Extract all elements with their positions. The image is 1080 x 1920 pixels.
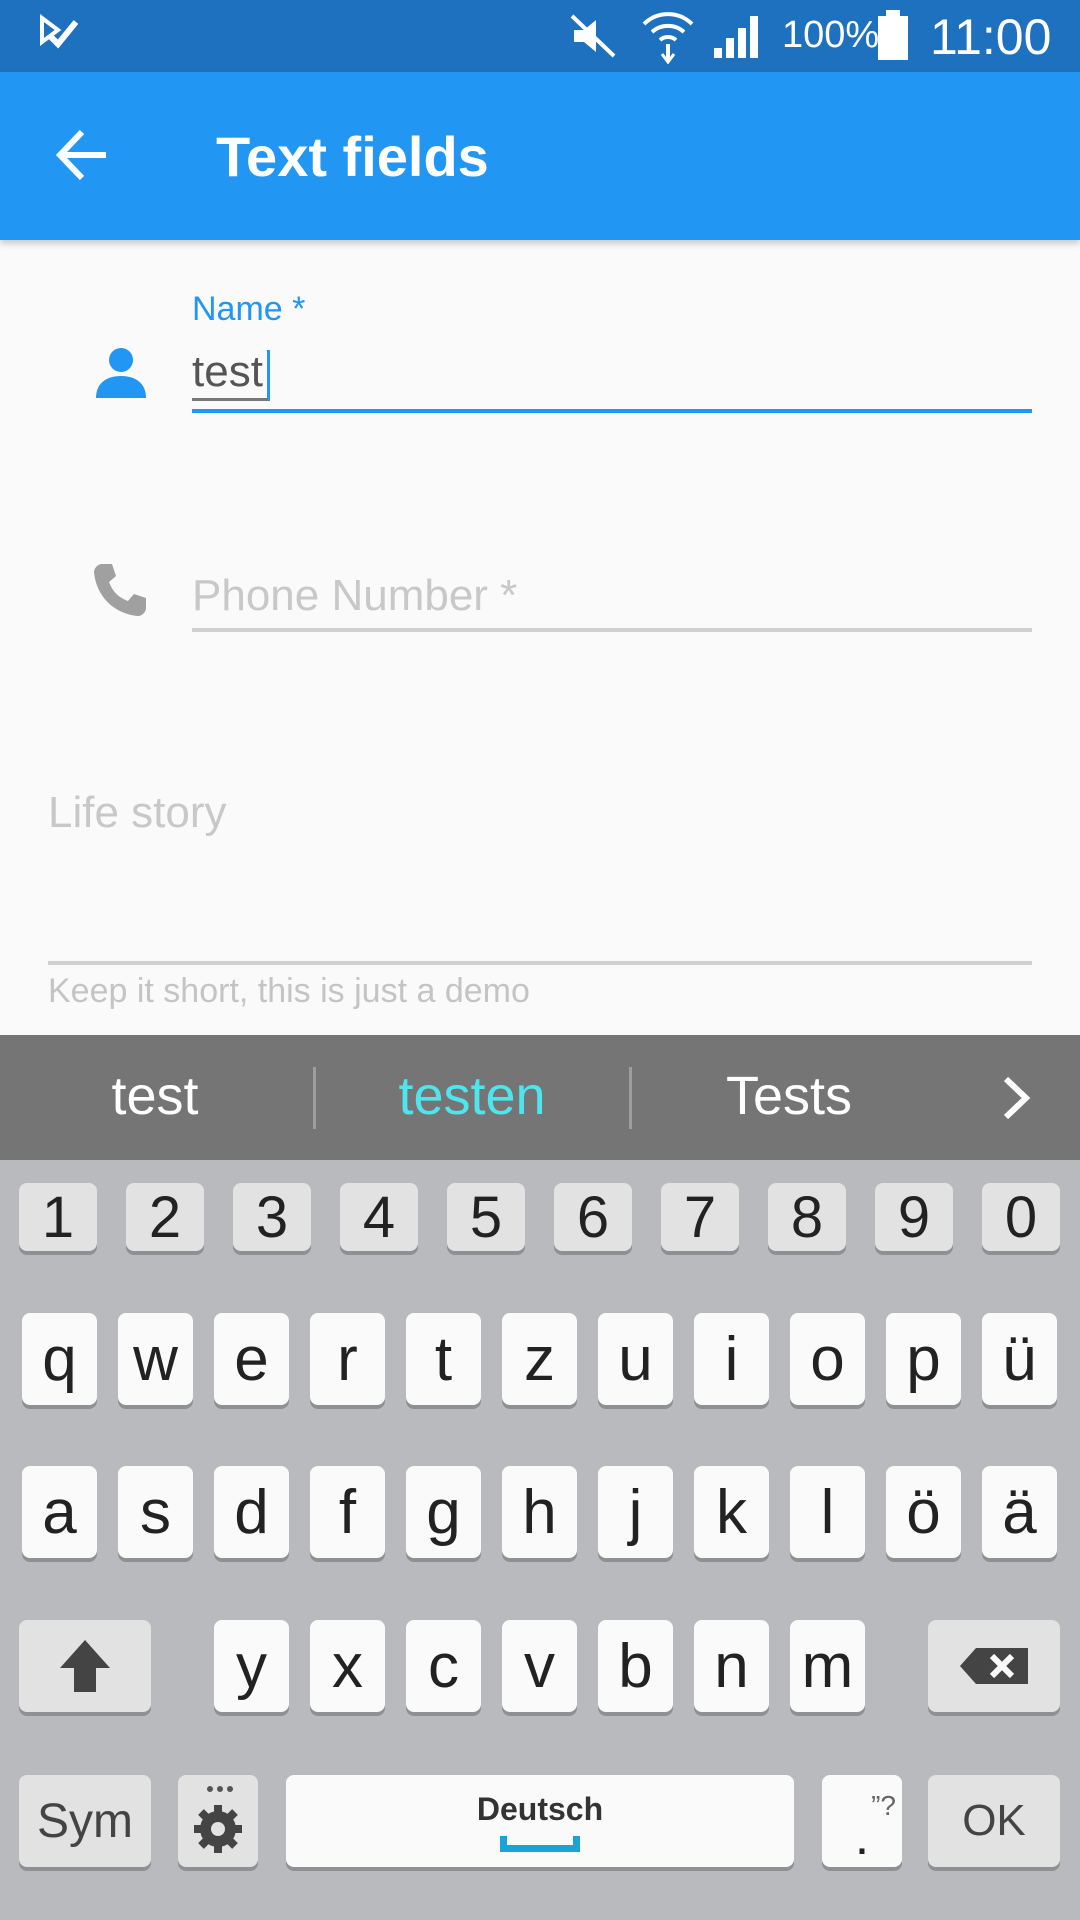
key-ö[interactable]: ö [886,1466,961,1558]
key-o[interactable]: o [790,1313,865,1405]
ok-key[interactable]: OK [928,1775,1060,1867]
key-d[interactable]: d [214,1466,289,1558]
space-key-label: Deutsch [476,1790,604,1827]
key-s[interactable]: s [118,1466,193,1558]
suggestion-2[interactable]: testen [347,1065,597,1127]
key-x[interactable]: x [310,1620,385,1712]
key-p[interactable]: p [886,1313,961,1405]
suggestion-bar: test testen Tests [0,1035,1080,1160]
key-z[interactable]: z [502,1313,577,1405]
key-2[interactable]: 2 [126,1183,204,1251]
key-u[interactable]: u [598,1313,673,1405]
key-c[interactable]: c [406,1620,481,1712]
key-3[interactable]: 3 [233,1183,311,1251]
suggestion-divider [629,1067,632,1129]
mute-icon [570,14,616,58]
key-e[interactable]: e [214,1313,289,1405]
key-f[interactable]: f [310,1466,385,1558]
clock: 11:00 [930,9,1052,65]
key-i[interactable]: i [694,1313,769,1405]
life-story-underline [48,961,1032,965]
key-g[interactable]: g [406,1466,481,1558]
period-key-label: . [854,1808,870,1866]
key-l[interactable]: l [790,1466,865,1558]
space-key[interactable]: Deutsch [286,1775,794,1867]
shift-key[interactable] [19,1620,151,1712]
phone-icon [94,564,146,616]
key-r[interactable]: r [310,1313,385,1405]
name-field-label: Name * [192,290,306,328]
name-field-underline [192,409,1032,413]
app-bar: Text fields [0,72,1080,240]
period-key[interactable]: ”?. [822,1775,902,1867]
key-ä[interactable]: ä [982,1466,1057,1558]
signal-icon [714,16,758,58]
key-6[interactable]: 6 [554,1183,632,1251]
key-t[interactable]: t [406,1313,481,1405]
gear-icon [194,1786,242,1853]
shift-arrow-icon [60,1640,110,1692]
key-8[interactable]: 8 [768,1183,846,1251]
key-4[interactable]: 4 [340,1183,418,1251]
name-field[interactable]: test [192,350,270,401]
suggestion-divider [313,1067,316,1129]
suggestion-3[interactable]: Tests [664,1065,914,1127]
person-icon [96,348,146,398]
back-arrow-icon[interactable] [52,124,114,186]
status-bar: 100% 11:00 [0,0,1080,72]
key-n[interactable]: n [694,1620,769,1712]
key-y[interactable]: y [214,1620,289,1712]
key-5[interactable]: 5 [447,1183,525,1251]
key-m[interactable]: m [790,1620,865,1712]
key-7[interactable]: 7 [661,1183,739,1251]
life-story-helper-text: Keep it short, this is just a demo [48,972,530,1010]
phone-number-input[interactable] [192,570,1032,622]
key-9[interactable]: 9 [875,1183,953,1251]
key-b[interactable]: b [598,1620,673,1712]
key-q[interactable]: q [22,1313,97,1405]
key-0[interactable]: 0 [982,1183,1060,1251]
check-notification-icon [40,14,79,49]
sym-key[interactable]: Sym [19,1775,151,1867]
key-k[interactable]: k [694,1466,769,1558]
key-j[interactable]: j [598,1466,673,1558]
suggestion-1[interactable]: test [30,1065,280,1127]
chevron-right-icon[interactable] [996,1073,1036,1123]
space-bar-icon [500,1835,580,1852]
period-key-hint: ”? [871,1790,896,1821]
wifi-icon [642,12,694,64]
settings-key[interactable] [178,1775,258,1867]
key-h[interactable]: h [502,1466,577,1558]
key-v[interactable]: v [502,1620,577,1712]
life-story-input[interactable] [48,788,1032,948]
battery-icon [878,10,908,60]
backspace-key[interactable] [928,1620,1060,1712]
key-1[interactable]: 1 [19,1183,97,1251]
battery-percent: 100% [782,14,880,56]
key-ü[interactable]: ü [982,1313,1057,1405]
page-title: Text fields [216,125,489,188]
key-w[interactable]: w [118,1313,193,1405]
key-a[interactable]: a [22,1466,97,1558]
backspace-icon [960,1648,1028,1684]
phone-field-underline [192,628,1032,632]
